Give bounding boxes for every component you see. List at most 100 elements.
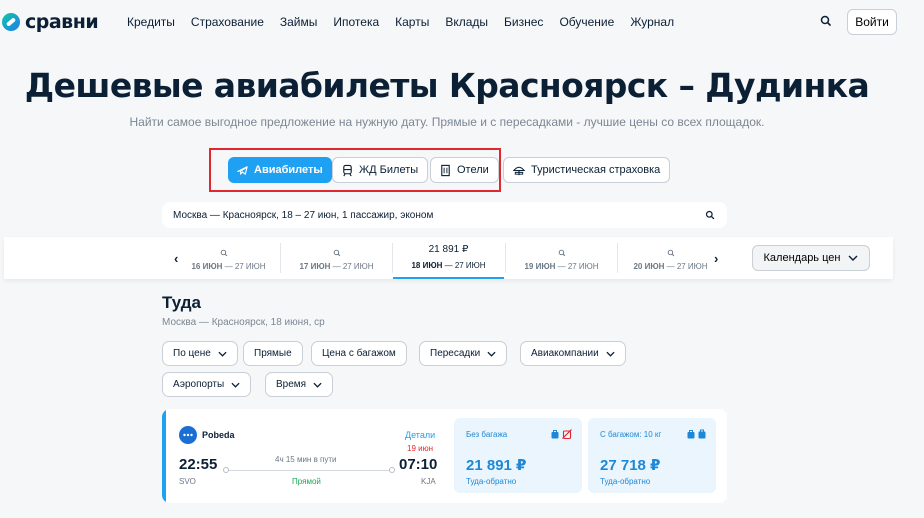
plane-icon	[237, 165, 248, 175]
filter-airports[interactable]: Аэропорты	[162, 372, 252, 397]
logo-icon	[2, 13, 20, 31]
search-icon	[558, 249, 565, 257]
nav-item-mortgage[interactable]: Ипотека	[333, 15, 379, 29]
fare-icons	[687, 429, 706, 439]
date-end: 27 ИЮН	[454, 261, 486, 270]
date-cell[interactable]: 20 ИЮН — 27 ИЮН	[615, 237, 726, 279]
arrival-time: 07:10	[399, 456, 438, 473]
chevron-down-icon	[231, 382, 240, 388]
nav-item-credits[interactable]: Кредиты	[127, 15, 175, 29]
date-cell[interactable]: 19 ИЮН — 27 ИЮН	[506, 237, 617, 279]
nav-item-journal[interactable]: Журнал	[630, 15, 674, 29]
search-icon	[667, 249, 674, 257]
nav-item-education[interactable]: Обучение	[559, 15, 614, 29]
filter-price-with-baggage[interactable]: Цена с багажом	[311, 341, 407, 366]
route-line	[225, 470, 393, 471]
filter-airlines[interactable]: Авиакомпании	[520, 341, 626, 366]
chevron-right-icon[interactable]: ›	[714, 251, 718, 266]
chevron-down-icon	[487, 351, 496, 357]
departure-airport-code: SVO	[179, 477, 196, 486]
chevron-down-icon	[313, 382, 322, 388]
date-end: 27 ИЮН	[676, 262, 708, 271]
date-end: 27 ИЮН	[567, 262, 599, 271]
logo[interactable]: сравни	[2, 11, 99, 33]
fare-label: Без багажа	[466, 430, 508, 439]
filter-time[interactable]: Время	[265, 372, 334, 397]
fare-note: Туда-обратно	[466, 477, 517, 486]
no-baggage-icon	[562, 429, 572, 439]
search-summary-bar[interactable]: Москва — Красноярск, 18 – 27 июн, 1 пасс…	[162, 202, 727, 228]
tab-label: Авиабилеты	[254, 164, 323, 176]
login-button[interactable]: Войти	[847, 9, 897, 35]
flight-duration: 4ч 15 мин в пути	[275, 455, 337, 464]
hand-bag-icon	[551, 430, 559, 439]
filter-transfers[interactable]: Пересадки	[419, 341, 508, 366]
nav-item-business[interactable]: Бизнес	[504, 15, 543, 29]
price-calendar-button[interactable]: Календарь цен	[752, 245, 870, 271]
price-calendar-label: Календарь цен	[763, 252, 841, 264]
details-link[interactable]: Детали	[405, 430, 435, 440]
suitcase-icon	[698, 429, 706, 439]
search-icon	[220, 249, 227, 257]
date-start: 16 ИЮН	[191, 262, 223, 271]
tab-hotels[interactable]: Отели	[430, 157, 499, 183]
search-icon[interactable]	[818, 13, 834, 29]
tab-trains[interactable]: ЖД Билеты	[332, 157, 429, 183]
route-start-dot	[223, 467, 229, 473]
fare-no-baggage[interactable]: Без багажа 21 891 ₽ Туда-обратно	[454, 418, 582, 493]
date-cell-selected[interactable]: 21 891 ₽ 18 ИЮН — 27 ИЮН	[393, 237, 504, 279]
chevron-down-icon	[848, 255, 858, 261]
tab-label: Туристическая страховка	[531, 164, 661, 176]
section-subtitle: Москва — Красноярск, 18 июня, ср	[162, 317, 325, 328]
page-subtitle: Найти самое выгодное предложение на нужн…	[129, 115, 765, 129]
date-start: 17 ИЮН	[299, 262, 331, 271]
arrival-airport-code: KJA	[421, 477, 436, 486]
date-start: 19 ИЮН	[524, 262, 556, 271]
search-icon[interactable]	[705, 210, 715, 223]
airline-logo-icon	[179, 426, 197, 444]
logo-text: сравни	[25, 11, 99, 33]
date-start: 18 ИЮН	[411, 261, 443, 270]
tab-label: Отели	[457, 164, 489, 176]
hand-bag-icon	[687, 430, 695, 439]
nav-item-deposits[interactable]: Вклады	[445, 15, 488, 29]
chevron-down-icon	[218, 351, 227, 357]
filter-sort-price[interactable]: По цене	[162, 341, 238, 366]
fare-label: С багажом: 10 кг	[600, 430, 662, 439]
route-end-dot	[389, 467, 395, 473]
tab-label: ЖД Билеты	[359, 164, 419, 176]
search-summary-text: Москва — Красноярск, 18 – 27 июн, 1 пасс…	[173, 209, 434, 221]
site-header: сравни Кредиты Страхование Займы Ипотека…	[0, 0, 924, 44]
train-icon	[343, 164, 352, 176]
chevron-down-icon	[606, 351, 615, 357]
umbrella-icon	[512, 166, 526, 175]
date-end: 27 ИЮН	[342, 262, 374, 271]
page-title: Дешевые авиабилеты Красноярск – Дудинка	[24, 66, 870, 105]
main-nav: Кредиты Страхование Займы Ипотека Карты …	[127, 15, 690, 29]
fare-icons	[551, 429, 572, 439]
card-accent	[162, 409, 166, 503]
fare-price: 21 891 ₽	[466, 457, 527, 474]
search-icon	[333, 249, 340, 257]
fare-note: Туда-обратно	[600, 477, 651, 486]
date-price: 21 891 ₽	[428, 244, 469, 255]
tab-flights[interactable]: Авиабилеты	[228, 157, 332, 183]
nav-item-insurance[interactable]: Страхование	[191, 15, 264, 29]
date-cell[interactable]: 16 ИЮН — 27 ИЮН	[168, 237, 279, 279]
fare-price: 27 718 ₽	[600, 457, 661, 474]
nav-item-cards[interactable]: Карты	[395, 15, 429, 29]
building-icon	[441, 164, 450, 176]
departure-time: 22:55	[179, 456, 218, 473]
arrival-date: 19 июн	[407, 444, 434, 453]
fare-with-baggage[interactable]: С багажом: 10 кг 27 718 ₽ Туда-обратно	[588, 418, 716, 493]
section-title: Туда	[162, 293, 202, 312]
tab-travel-insurance[interactable]: Туристическая страховка	[503, 157, 671, 183]
stops-label: Прямой	[292, 477, 321, 486]
date-start: 20 ИЮН	[633, 262, 665, 271]
airline-name: Pobeda	[202, 430, 235, 440]
date-end: 27 ИЮН	[234, 262, 266, 271]
filter-direct[interactable]: Прямые	[243, 341, 303, 366]
date-cell[interactable]: 17 ИЮН — 27 ИЮН	[281, 237, 392, 279]
nav-item-loans[interactable]: Займы	[280, 15, 318, 29]
ticket-card[interactable]: Pobeda Детали 19 июн 22:55 SVO 4ч 15 мин…	[162, 409, 727, 503]
